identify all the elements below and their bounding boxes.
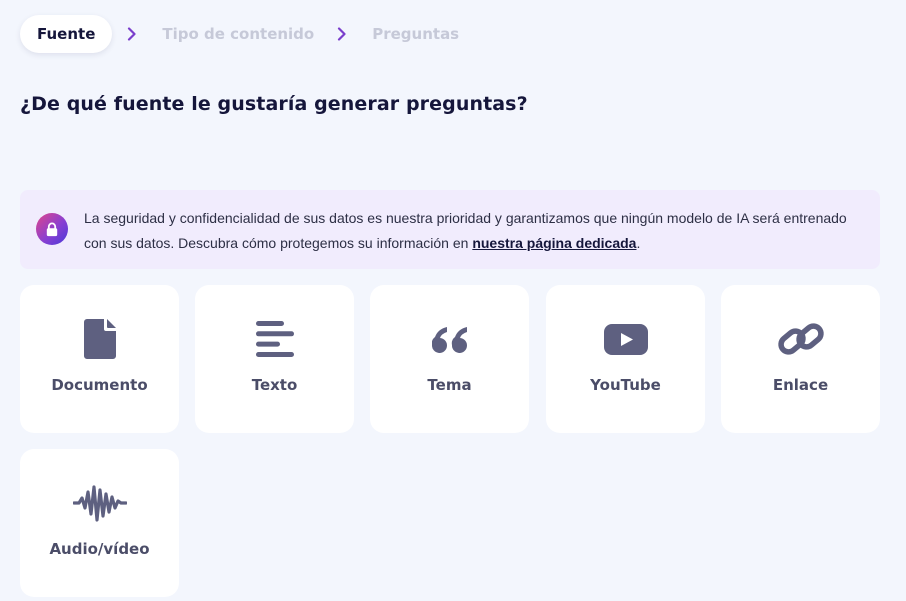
- privacy-notice: La seguridad y confidencialidad de sus d…: [20, 190, 880, 269]
- privacy-page-link[interactable]: nuestra página dedicada: [472, 235, 636, 251]
- source-card-audio-video[interactable]: Audio/vídeo: [20, 449, 179, 597]
- source-card-tema[interactable]: Tema: [370, 285, 529, 433]
- chevron-right-icon: [322, 27, 362, 41]
- step-preguntas[interactable]: Preguntas: [362, 25, 467, 43]
- source-label: Documento: [51, 376, 148, 394]
- source-label: Tema: [427, 376, 472, 394]
- source-label: Texto: [251, 376, 298, 394]
- privacy-notice-text: La seguridad y confidencialidad de sus d…: [84, 206, 864, 256]
- chevron-right-icon: [112, 27, 152, 41]
- step-fuente[interactable]: Fuente: [20, 15, 113, 53]
- lock-icon: [36, 213, 68, 245]
- source-card-documento[interactable]: Documento: [20, 285, 179, 433]
- source-card-enlace[interactable]: Enlace: [721, 285, 880, 433]
- stepper: Fuente Tipo de contenido Preguntas: [20, 15, 467, 53]
- quote-icon: [370, 319, 529, 359]
- source-label: Audio/vídeo: [49, 540, 150, 558]
- youtube-icon: [546, 319, 705, 359]
- step-tipo-de-contenido[interactable]: Tipo de contenido: [152, 25, 322, 43]
- source-label: YouTube: [590, 376, 661, 394]
- text-lines-icon: [195, 319, 354, 359]
- link-icon: [721, 319, 880, 359]
- page-question: ¿De qué fuente le gustaría generar pregu…: [20, 93, 528, 115]
- privacy-notice-suffix: .: [636, 235, 641, 251]
- source-label: Enlace: [772, 376, 829, 394]
- waveform-icon: [20, 483, 179, 523]
- source-card-texto[interactable]: Texto: [195, 285, 354, 433]
- document-icon: [20, 319, 179, 359]
- privacy-notice-body: La seguridad y confidencialidad de sus d…: [84, 210, 847, 251]
- source-card-youtube[interactable]: YouTube: [546, 285, 705, 433]
